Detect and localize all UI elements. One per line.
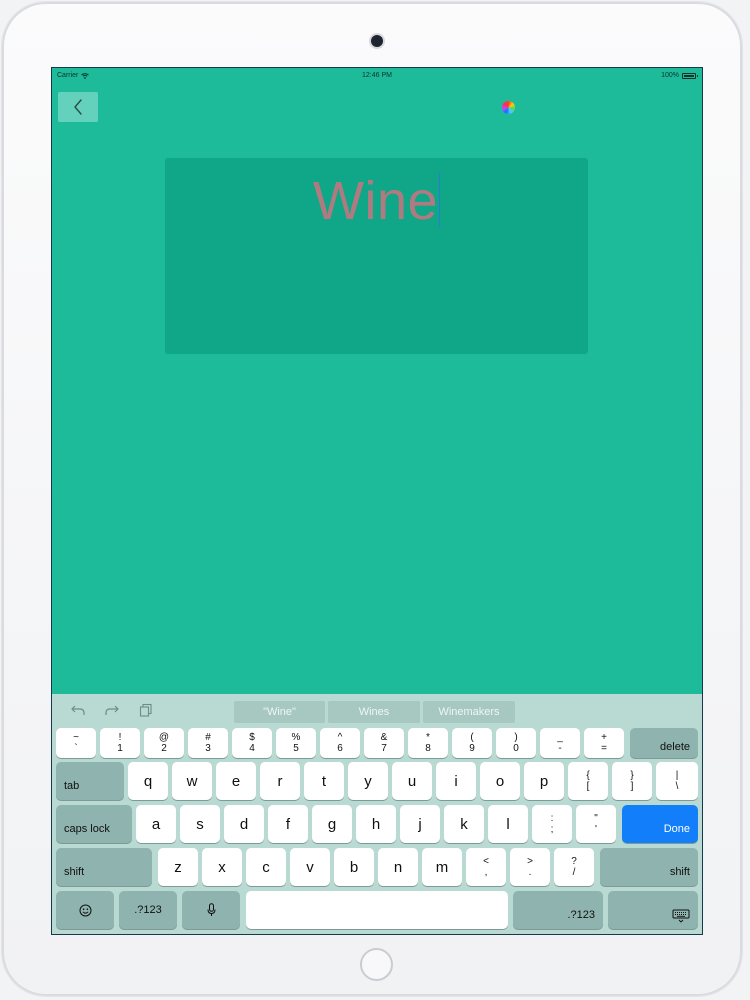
text-cursor [439,173,441,227]
key-7[interactable]: & 7 [364,728,404,758]
key-q[interactable]: q [128,762,168,800]
shift-key-right[interactable]: shift [600,848,698,886]
key-x[interactable]: x [202,848,242,886]
key-m[interactable]: m [422,848,462,886]
key-4[interactable]: $4 [232,728,272,758]
paste-icon[interactable] [139,703,153,717]
battery-percent: 100% [661,72,679,79]
numbers-key-right[interactable]: .?123 [513,891,603,929]
key-o[interactable]: o [480,762,520,800]
screen: Carrier 12:46 PM 100% Wine "Wine" Wines … [52,68,702,934]
key-3[interactable]: #3 [188,728,228,758]
key-g[interactable]: g [312,805,352,843]
undo-icon[interactable] [70,703,86,717]
key-backslash[interactable]: | \ [656,762,698,800]
key-close-bracket[interactable]: }] [612,762,652,800]
delete-key[interactable]: delete [630,728,698,758]
chevron-left-icon [74,99,82,115]
done-key[interactable]: Done [622,805,698,843]
ipad-frame: Carrier 12:46 PM 100% Wine "Wine" Wines … [2,2,742,996]
shift-key-left[interactable]: shift [56,848,152,886]
key-u[interactable]: u [392,762,432,800]
key-2[interactable]: @2 [144,728,184,758]
keyboard-hide-icon [672,909,690,923]
status-bar: Carrier 12:46 PM 100% [52,68,702,84]
key-w[interactable]: w [172,762,212,800]
key-minus[interactable]: _ - [540,728,580,758]
key-0[interactable]: ) 0 [496,728,536,758]
key-d[interactable]: d [224,805,264,843]
key-f[interactable]: f [268,805,308,843]
text-editor-card[interactable]: Wine [165,158,588,354]
key-k[interactable]: k [444,805,484,843]
microphone-icon [207,903,215,916]
key-h[interactable]: h [356,805,396,843]
key-6[interactable]: ^ 6 [320,728,360,758]
back-button[interactable] [58,92,98,122]
tab-key[interactable]: tab [56,762,124,800]
emoji-icon [79,904,91,916]
key-slash[interactable]: ? / [554,848,594,886]
key-8[interactable]: * 8 [408,728,448,758]
key-semicolon[interactable]: :; [532,805,572,843]
clock: 12:46 PM [362,72,392,79]
key-period[interactable]: >. [510,848,550,886]
key-r[interactable]: r [260,762,300,800]
hide-keyboard-key[interactable] [608,891,698,929]
key-p[interactable]: p [524,762,564,800]
suggestion-1[interactable]: "Wine" [234,701,325,723]
key-5[interactable]: % 5 [276,728,316,758]
key-z[interactable]: z [158,848,198,886]
shortcut-bar: "Wine" Wines Winemakers [52,694,702,726]
home-button[interactable] [360,948,393,981]
dictation-key[interactable] [182,891,240,929]
key-e[interactable]: e [216,762,256,800]
editor-text: Wine [312,171,439,231]
key-j[interactable]: j [400,805,440,843]
key-a[interactable]: a [136,805,176,843]
key-s[interactable]: s [180,805,220,843]
suggestion-3[interactable]: Winemakers [423,701,515,723]
key-n[interactable]: n [378,848,418,886]
key-c[interactable]: c [246,848,286,886]
color-wheel-icon[interactable] [502,101,515,114]
caps-lock-key[interactable]: caps lock [56,805,132,843]
emoji-key[interactable] [56,891,114,929]
key-1[interactable]: ! 1 [100,728,140,758]
key-comma[interactable]: <, [466,848,506,886]
key-l[interactable]: l [488,805,528,843]
numbers-key-left[interactable]: .?123 [119,891,177,929]
key-quote[interactable]: " ' [576,805,616,843]
front-camera [371,35,383,47]
on-screen-keyboard: "Wine" Wines Winemakers ~ ` ! 1 @2 #3 $4 %… [52,694,702,934]
key-b[interactable]: b [334,848,374,886]
key-v[interactable]: v [290,848,330,886]
key-y[interactable]: y [348,762,388,800]
key-backtick[interactable]: ~ ` [56,728,96,758]
key-i[interactable]: i [436,762,476,800]
key-9[interactable]: (9 [452,728,492,758]
suggestion-2[interactable]: Wines [328,701,420,723]
space-bar[interactable] [246,891,508,929]
redo-icon[interactable] [104,703,120,717]
key-equals[interactable]: + = [584,728,624,758]
key-open-bracket[interactable]: {[ [568,762,608,800]
battery-icon [682,72,698,79]
key-t[interactable]: t [304,762,344,800]
